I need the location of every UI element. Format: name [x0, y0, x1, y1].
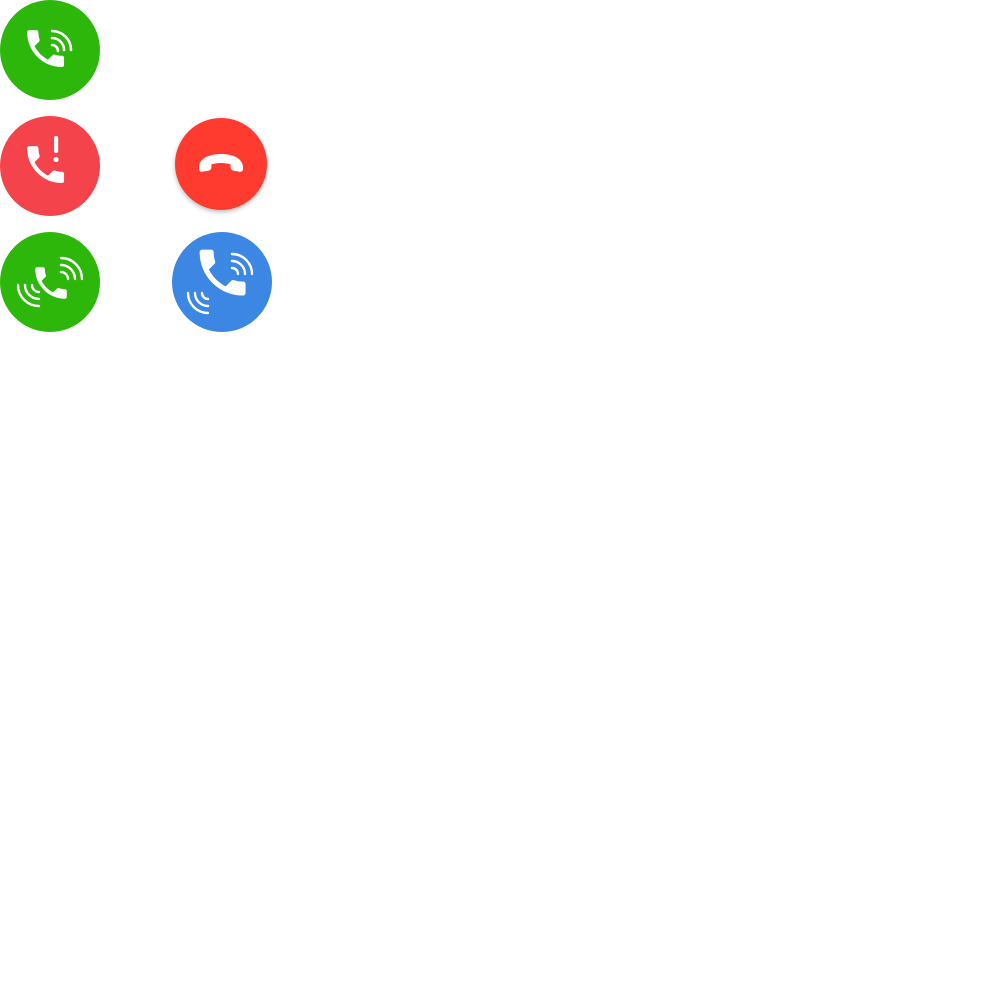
- call-icon-sheet: [0, 0, 1000, 1000]
- phone-vibrating-icon: [186, 249, 254, 315]
- phone-vibrating-icon: [16, 256, 84, 308]
- phone-ringing-icon: [27, 29, 73, 68]
- incoming-call-button[interactable]: [0, 0, 100, 100]
- voice-call-button[interactable]: [172, 232, 272, 332]
- missed-call-button[interactable]: [0, 116, 100, 216]
- phone-hangup-icon: [199, 154, 243, 172]
- hang-up-button[interactable]: [175, 118, 267, 210]
- phone-alert-icon: [27, 136, 65, 184]
- ringing-call-button[interactable]: [0, 232, 100, 332]
